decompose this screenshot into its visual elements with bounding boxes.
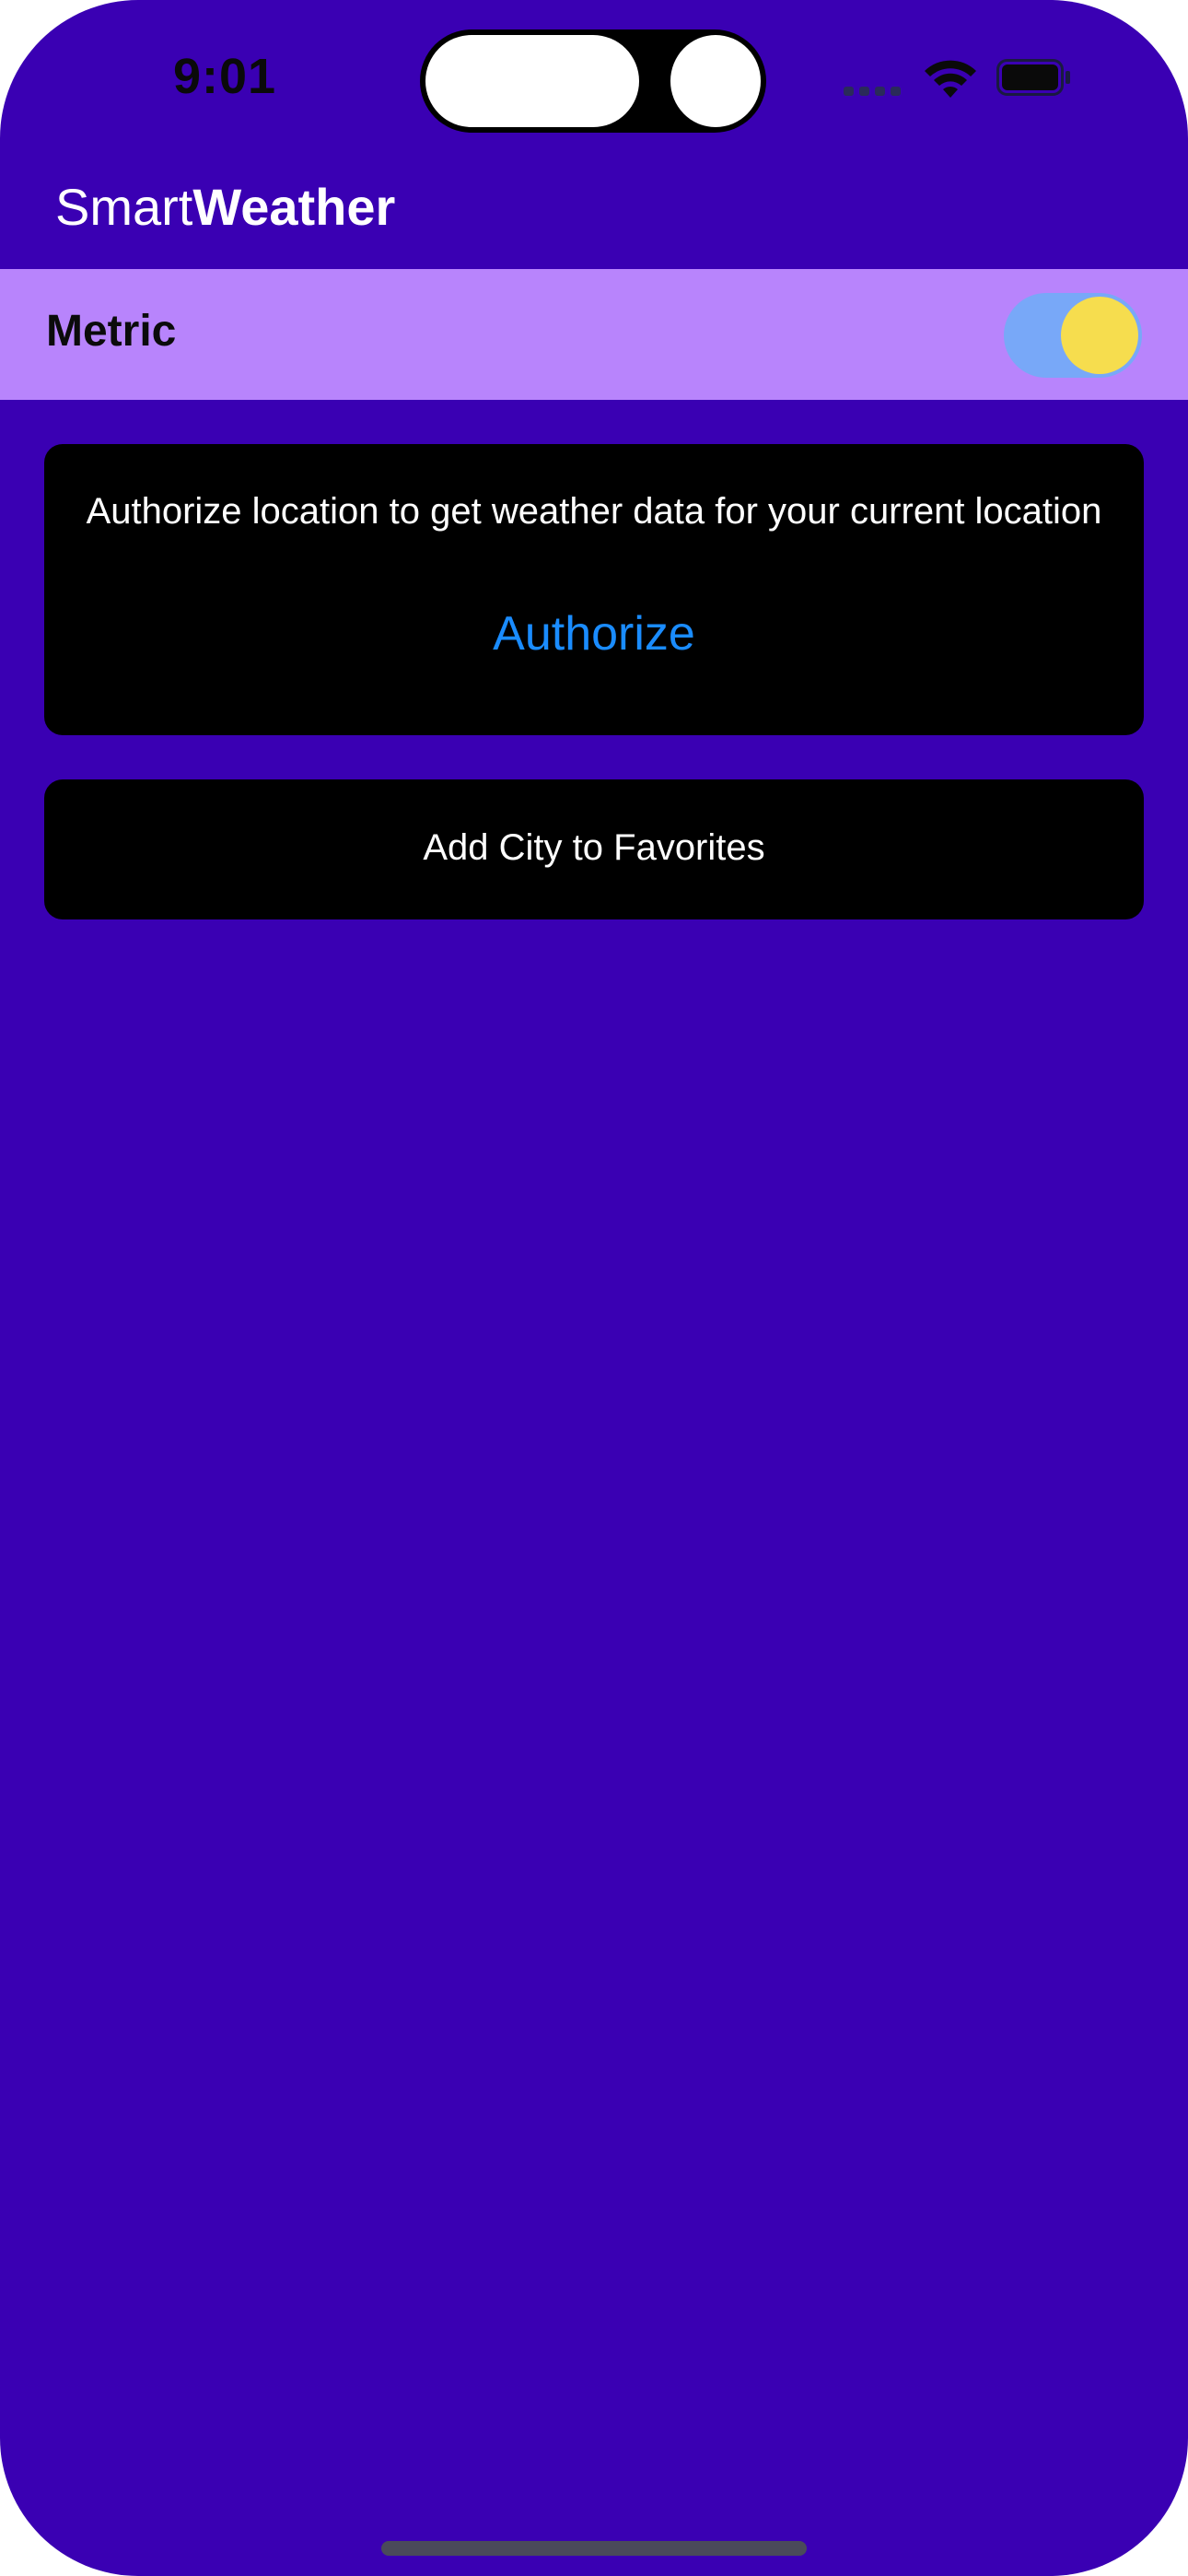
- app-screen: 9:01 SmartWeather Metric Authorize locat…: [0, 0, 1188, 2576]
- app-title-light: Smart: [55, 178, 193, 236]
- units-bar: Metric: [0, 269, 1188, 400]
- home-indicator[interactable]: [381, 2541, 807, 2556]
- app-title: SmartWeather: [55, 177, 395, 237]
- dynamic-island: [420, 29, 766, 133]
- status-time: 9:01: [173, 49, 277, 104]
- wifi-icon: [925, 60, 976, 98]
- cellular-signal-icon: [844, 77, 903, 96]
- toggle-knob: [1061, 297, 1138, 374]
- location-auth-message: Authorize location to get weather data f…: [86, 491, 1102, 532]
- battery-icon: [996, 59, 1070, 96]
- authorize-button[interactable]: Authorize: [44, 606, 1144, 662]
- add-city-button[interactable]: Add City to Favorites: [44, 779, 1144, 919]
- units-label: Metric: [46, 307, 177, 356]
- island-dot: [670, 35, 761, 127]
- island-pill: [425, 35, 639, 127]
- metric-toggle[interactable]: [1004, 293, 1142, 378]
- location-auth-card: Authorize location to get weather data f…: [44, 444, 1144, 735]
- app-title-bold: Weather: [192, 178, 396, 236]
- add-city-label: Add City to Favorites: [423, 827, 765, 868]
